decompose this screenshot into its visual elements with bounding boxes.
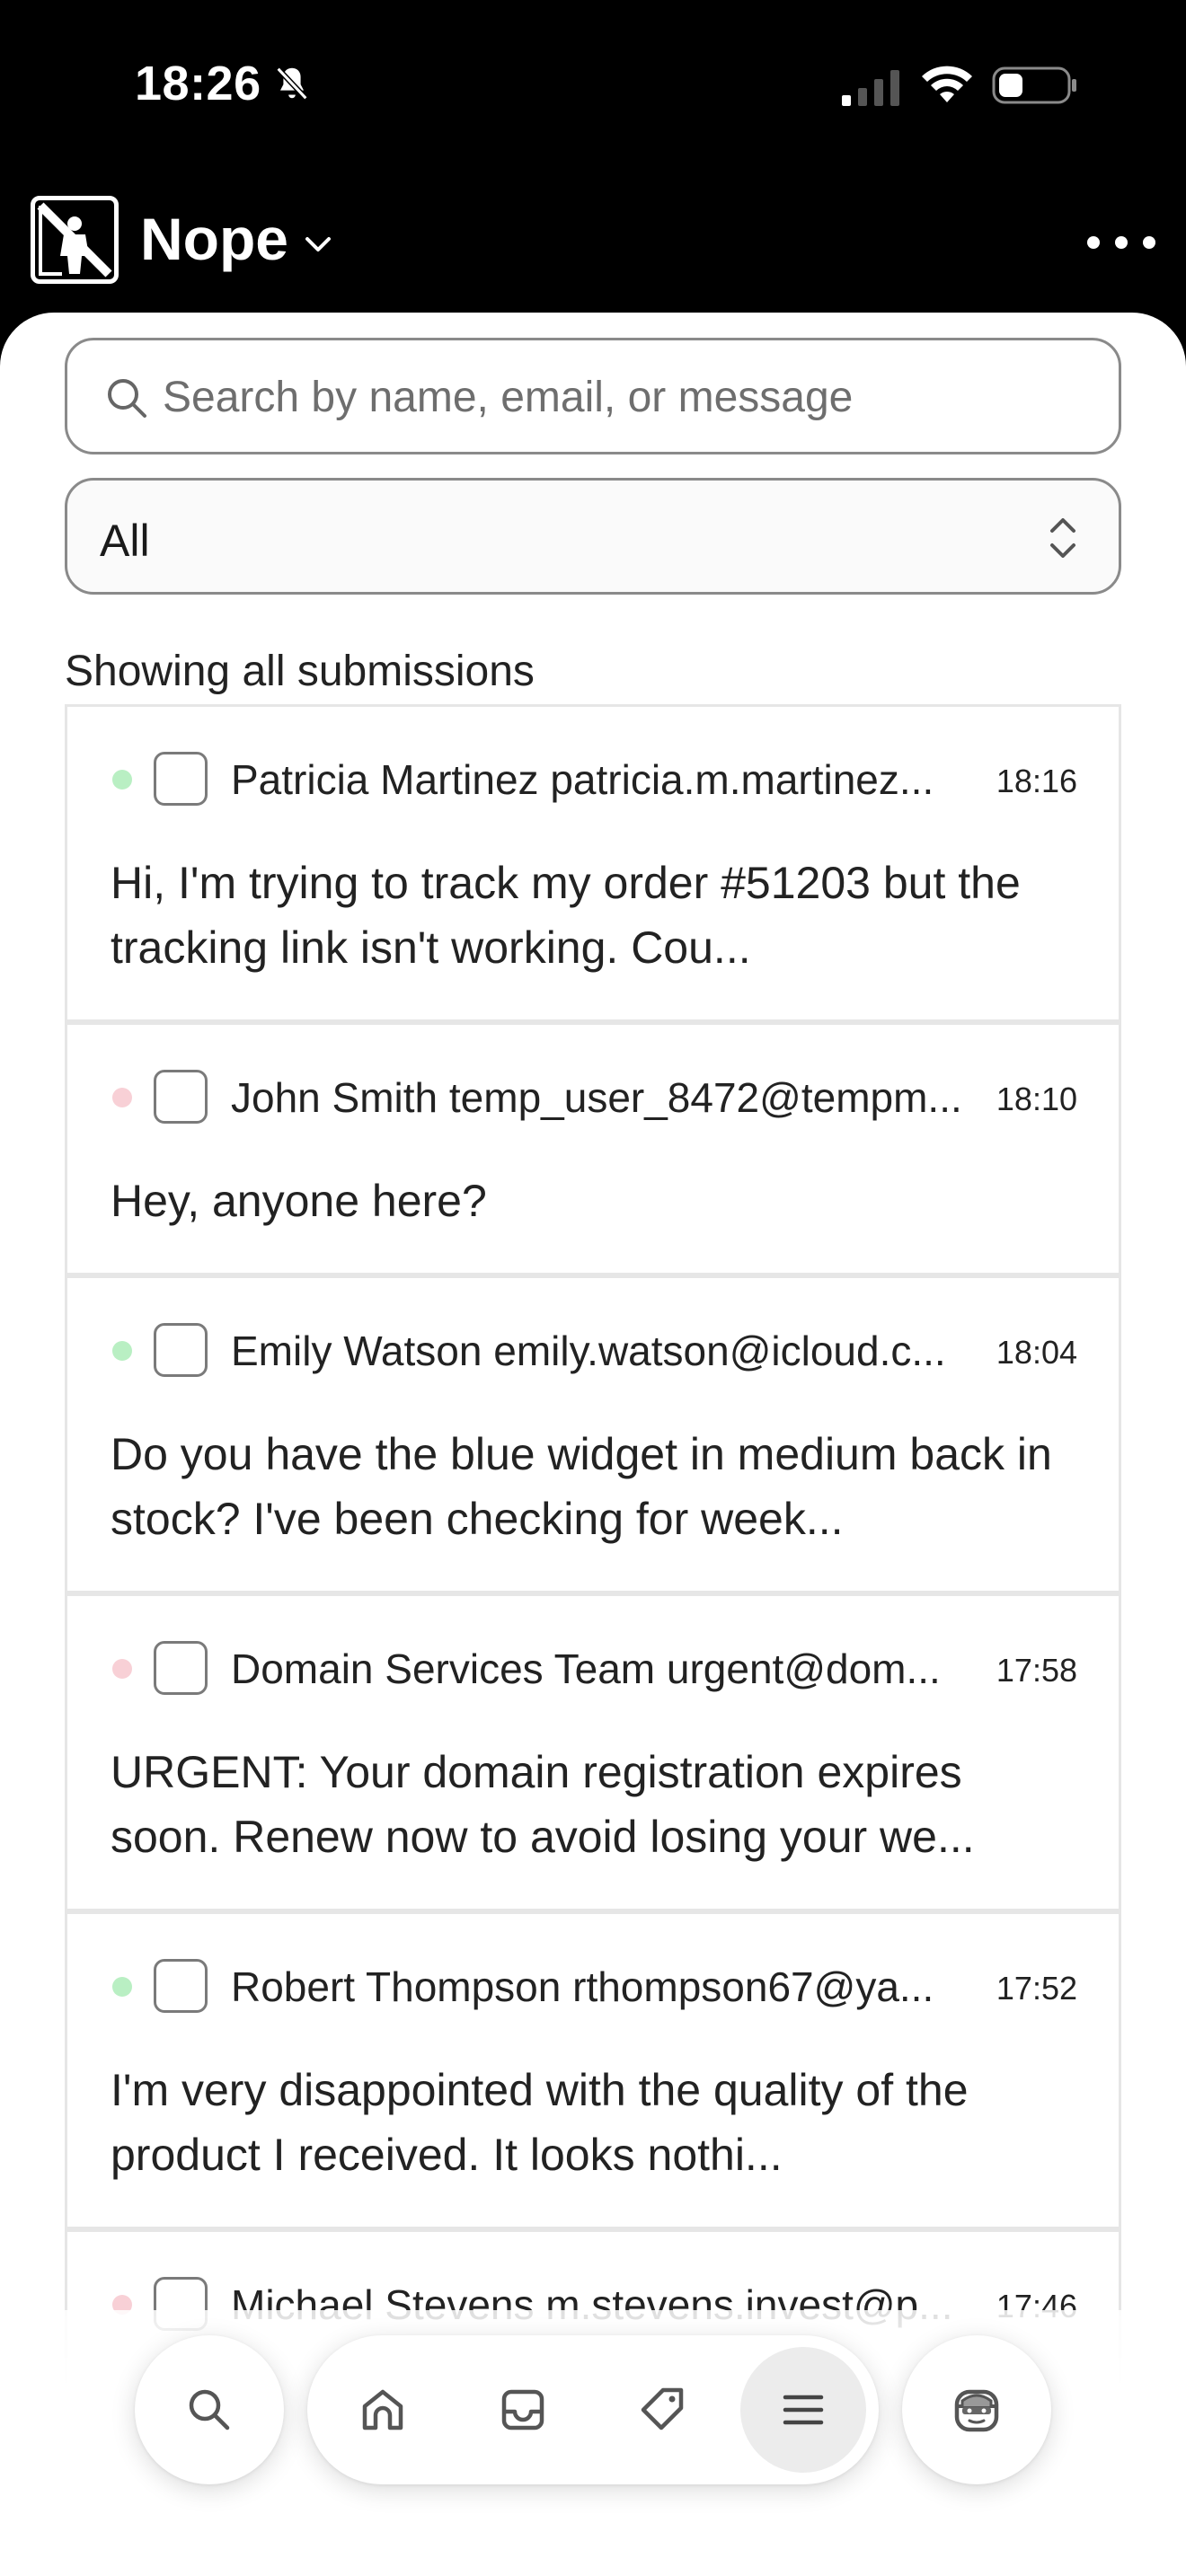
nav-avatar-button[interactable] bbox=[902, 2335, 1051, 2484]
status-dot bbox=[112, 1977, 132, 1997]
status-dot bbox=[112, 1088, 132, 1107]
tag-icon bbox=[641, 2387, 684, 2430]
select-checkbox[interactable] bbox=[154, 1641, 208, 1695]
filter-selected-value: All bbox=[100, 516, 150, 566]
sender: Domain Services Team urgent@dom... bbox=[231, 1645, 941, 1692]
battery-icon bbox=[992, 66, 1076, 104]
status-dot bbox=[112, 1659, 132, 1679]
logo[interactable] bbox=[31, 196, 119, 284]
wifi-icon bbox=[922, 66, 972, 102]
message-preview: Hey, anyone here? bbox=[111, 1176, 487, 1226]
sender: John Smith temp_user_8472@tempm... bbox=[231, 1074, 962, 1121]
select-checkbox[interactable] bbox=[154, 1323, 208, 1377]
status-time: 18:26 bbox=[135, 57, 261, 110]
cellular-signal-icon bbox=[842, 70, 899, 106]
chevron-down-icon[interactable] bbox=[300, 226, 336, 262]
search-field[interactable] bbox=[65, 338, 1121, 454]
message-preview: URGENT: Your domain registration expires… bbox=[111, 1747, 975, 1862]
home-icon bbox=[362, 2389, 403, 2430]
submission-time: 17:58 bbox=[996, 1652, 1077, 1689]
chevron-up-down-icon bbox=[1050, 518, 1075, 558]
sender: Emily Watson emily.watson@icloud.c... bbox=[231, 1328, 946, 1374]
bottom-nav bbox=[0, 2310, 1186, 2576]
submission-time: 17:52 bbox=[996, 1970, 1077, 2007]
search-icon bbox=[108, 379, 146, 418]
search-icon bbox=[189, 2389, 230, 2430]
message-preview: I'm very disappointed with the quality o… bbox=[111, 2065, 969, 2180]
nav-tags-button[interactable] bbox=[600, 2347, 726, 2473]
submission-time: 18:04 bbox=[996, 1334, 1077, 1371]
message-preview: Hi, I'm trying to track my order #51203 … bbox=[111, 858, 1021, 973]
submission-time: 18:16 bbox=[996, 763, 1077, 799]
nav-home-button[interactable] bbox=[320, 2347, 446, 2473]
inbox-icon bbox=[501, 2389, 544, 2430]
submission-time: 18:10 bbox=[996, 1081, 1077, 1117]
sender: Robert Thompson rthompson67@ya... bbox=[231, 1963, 934, 2010]
select-checkbox[interactable] bbox=[154, 752, 208, 806]
app-name[interactable]: Nope bbox=[140, 205, 288, 273]
submission-item[interactable]: Patricia Martinez patricia.m.martinez...… bbox=[65, 704, 1121, 1022]
message-preview: Do you have the blue widget in medium ba… bbox=[111, 1429, 1052, 1544]
sender: Patricia Martinez patricia.m.martinez... bbox=[231, 756, 934, 803]
avatar-icon bbox=[954, 2389, 999, 2432]
submission-item[interactable]: Robert Thompson rthompson67@ya... 17:52 … bbox=[65, 1911, 1121, 2229]
submission-item[interactable]: Domain Services Team urgent@dom... 17:58… bbox=[65, 1593, 1121, 1911]
filter-select[interactable]: All bbox=[65, 478, 1121, 595]
bell-slash-icon bbox=[276, 66, 308, 101]
nav-inbox-button[interactable] bbox=[460, 2347, 586, 2473]
status-bar: 18:26 bbox=[0, 0, 1186, 171]
nav-search-button[interactable] bbox=[135, 2335, 284, 2484]
submission-list: Patricia Martinez patricia.m.martinez...… bbox=[65, 704, 1121, 2547]
main-content: All Showing all submissions Patricia Mar… bbox=[0, 313, 1186, 2576]
status-dot bbox=[112, 770, 132, 790]
select-checkbox[interactable] bbox=[154, 1959, 208, 2013]
nav-main-group bbox=[307, 2335, 879, 2484]
submission-item[interactable]: Emily Watson emily.watson@icloud.c... 18… bbox=[65, 1275, 1121, 1593]
nav-menu-button[interactable] bbox=[740, 2347, 866, 2473]
search-input[interactable] bbox=[163, 366, 1097, 428]
submission-item[interactable]: John Smith temp_user_8472@tempm... 18:10… bbox=[65, 1022, 1121, 1275]
select-checkbox[interactable] bbox=[154, 1070, 208, 1124]
app-header: Nope bbox=[0, 180, 1186, 305]
status-dot bbox=[112, 1341, 132, 1361]
more-horizontal-icon[interactable] bbox=[1087, 225, 1155, 260]
results-label: Showing all submissions bbox=[65, 648, 535, 695]
menu-icon bbox=[783, 2395, 824, 2425]
